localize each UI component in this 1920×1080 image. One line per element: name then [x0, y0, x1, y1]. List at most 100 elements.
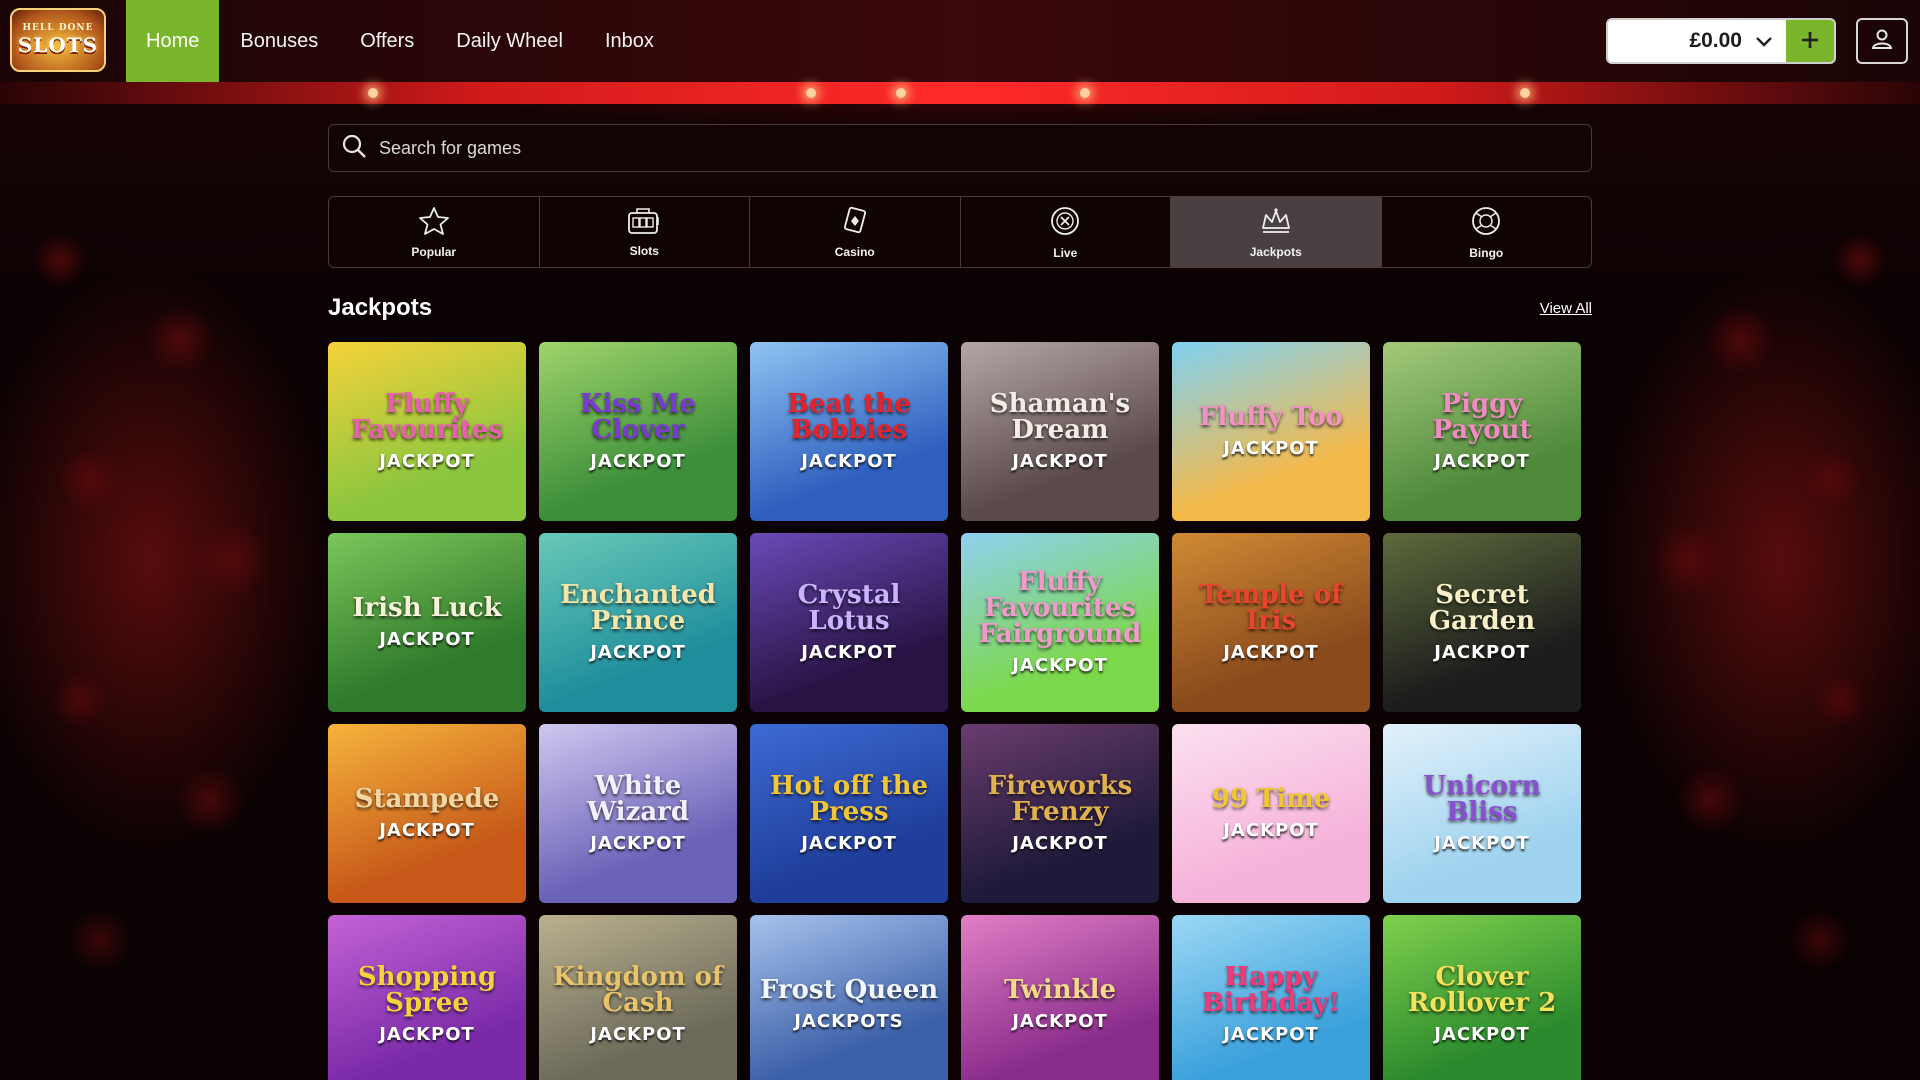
tab-label: Bingo: [1469, 245, 1504, 260]
wallet-widget: £0.00: [1606, 18, 1836, 64]
game-tile[interactable]: Clover Rollover 2 JACKPOT: [1383, 915, 1581, 1080]
nav-home[interactable]: Home: [126, 0, 220, 82]
jackpot-label: JACKPOT: [1434, 642, 1530, 663]
game-tile[interactable]: Shaman's Dream JACKPOT: [961, 342, 1159, 521]
game-tile[interactable]: Temple of Iris JACKPOT: [1172, 533, 1370, 712]
jackpot-label: JACKPOT: [379, 820, 475, 841]
crowd-silhouette-left: [0, 180, 340, 1080]
game-tile[interactable]: Beat the Bobbies JACKPOT: [750, 342, 948, 521]
jackpot-label: JACKPOT: [801, 642, 897, 663]
game-tile[interactable]: Shopping Spree JACKPOT: [328, 915, 526, 1080]
slot-machine-icon: [627, 207, 661, 240]
tab-jackpots[interactable]: Jackpots: [1171, 197, 1382, 267]
category-tabs: Popular Slots Casino Live Jackpots Bingo: [328, 196, 1592, 268]
game-tile[interactable]: Fireworks Frenzy JACKPOT: [961, 724, 1159, 903]
site-logo[interactable]: HELL DONE SLOTS: [10, 8, 106, 72]
game-tile[interactable]: Piggy Payout JACKPOT: [1383, 342, 1581, 521]
tab-label: Live: [1053, 245, 1078, 260]
game-title: Shaman's Dream: [989, 389, 1131, 445]
game-title: Twinkle: [1003, 975, 1117, 1005]
game-title: Hot off the Press: [769, 771, 929, 827]
deposit-button[interactable]: [1786, 20, 1834, 62]
game-title: Fluffy Favourites: [350, 389, 503, 445]
nav-daily-wheel[interactable]: Daily Wheel: [435, 0, 584, 82]
star-icon: [418, 206, 450, 241]
game-title: Piggy Payout: [1432, 389, 1532, 445]
balance-dropdown[interactable]: £0.00: [1608, 20, 1786, 62]
game-title: Temple of Iris: [1199, 580, 1343, 636]
game-title: Beat the Bobbies: [787, 389, 911, 445]
jackpot-label: JACKPOTS: [794, 1011, 904, 1032]
game-tile[interactable]: Irish Luck JACKPOT: [328, 533, 526, 712]
tab-slots[interactable]: Slots: [540, 197, 750, 267]
jackpot-label: JACKPOT: [379, 451, 475, 472]
tab-label: Casino: [834, 244, 875, 259]
logo-title: SLOTS: [17, 33, 99, 57]
jackpot-label: JACKPOT: [1434, 451, 1530, 472]
section-title: Jackpots: [328, 294, 433, 321]
game-tile[interactable]: Enchanted Prince JACKPOT: [539, 533, 737, 712]
game-title: Fireworks Frenzy: [987, 771, 1133, 827]
jackpot-label: JACKPOT: [1012, 655, 1108, 676]
jackpot-label: JACKPOT: [801, 833, 897, 854]
game-tile[interactable]: Frost Queen JACKPOTS: [750, 915, 948, 1080]
game-tile[interactable]: Fluffy Favourites JACKPOT: [328, 342, 526, 521]
main-content: Popular Slots Casino Live Jackpots: [328, 124, 1592, 1080]
cards-icon: [840, 206, 870, 241]
game-title: Stampede: [354, 784, 500, 814]
game-grid: Fluffy Favourites JACKPOT Kiss Me Clover JA…: [328, 342, 1592, 1080]
game-title: Happy Birthday!: [1201, 962, 1340, 1018]
tab-bingo[interactable]: Bingo: [1382, 197, 1592, 267]
top-navigation-bar: HELL DONE SLOTS Home Bonuses Offers Dail…: [0, 0, 1920, 82]
search-bar: [328, 124, 1592, 172]
tab-live[interactable]: Live: [961, 197, 1171, 267]
jackpot-label: JACKPOT: [590, 833, 686, 854]
bingo-ball-icon: [1470, 205, 1502, 242]
jackpot-label: JACKPOT: [590, 451, 686, 472]
user-icon: [1870, 27, 1894, 56]
jackpot-label: JACKPOT: [379, 1024, 475, 1045]
game-tile[interactable]: 99 Time JACKPOT: [1172, 724, 1370, 903]
game-tile[interactable]: Fluffy Too JACKPOT: [1172, 342, 1370, 521]
game-tile[interactable]: Crystal Lotus JACKPOT: [750, 533, 948, 712]
game-title: Kiss Me Clover: [579, 389, 697, 445]
jackpot-label: JACKPOT: [1434, 833, 1530, 854]
game-title: Fluffy Favourites Fairground: [978, 567, 1142, 649]
game-tile[interactable]: Kiss Me Clover JACKPOT: [539, 342, 737, 521]
jackpot-label: JACKPOT: [590, 642, 686, 663]
game-tile[interactable]: Stampede JACKPOT: [328, 724, 526, 903]
game-title: Unicorn Bliss: [1423, 771, 1541, 827]
game-tile[interactable]: Hot off the Press JACKPOT: [750, 724, 948, 903]
game-title: Fluffy Too: [1199, 402, 1343, 432]
account-button[interactable]: [1856, 18, 1908, 64]
nav-offers[interactable]: Offers: [339, 0, 435, 82]
tab-casino[interactable]: Casino: [750, 197, 961, 267]
game-tile[interactable]: Twinkle JACKPOT: [961, 915, 1159, 1080]
game-title: Secret Garden: [1428, 580, 1536, 636]
view-all-link[interactable]: View All: [1540, 300, 1592, 317]
game-tile[interactable]: White Wizard JACKPOT: [539, 724, 737, 903]
game-title: 99 Time: [1211, 784, 1331, 814]
nav-bonuses[interactable]: Bonuses: [219, 0, 339, 82]
tab-label: Jackpots: [1249, 244, 1302, 259]
stage-lights-strip: [0, 82, 1920, 104]
game-tile[interactable]: Happy Birthday! JACKPOT: [1172, 915, 1370, 1080]
game-tile[interactable]: Secret Garden JACKPOT: [1383, 533, 1581, 712]
game-tile[interactable]: Unicorn Bliss JACKPOT: [1383, 724, 1581, 903]
crowd-silhouette-right: [1580, 180, 1920, 1080]
logo-subtitle: HELL DONE: [22, 23, 94, 33]
game-tile[interactable]: Fluffy Favourites Fairground JACKPOT: [961, 533, 1159, 712]
jackpot-label: JACKPOT: [379, 629, 475, 650]
game-tile[interactable]: Kingdom of Cash JACKPOT: [539, 915, 737, 1080]
jackpots-section-header: Jackpots View All: [328, 292, 1592, 324]
search-input[interactable]: [379, 137, 1479, 159]
tab-popular[interactable]: Popular: [329, 197, 540, 267]
jackpot-label: JACKPOT: [1012, 451, 1108, 472]
jackpot-label: JACKPOT: [1012, 1011, 1108, 1032]
jackpot-label: JACKPOT: [1223, 820, 1319, 841]
game-title: Irish Luck: [352, 593, 502, 623]
jackpot-label: JACKPOT: [590, 1024, 686, 1045]
balance-amount: £0.00: [1689, 29, 1742, 52]
crown-icon: [1259, 206, 1293, 241]
nav-inbox[interactable]: Inbox: [584, 0, 675, 82]
